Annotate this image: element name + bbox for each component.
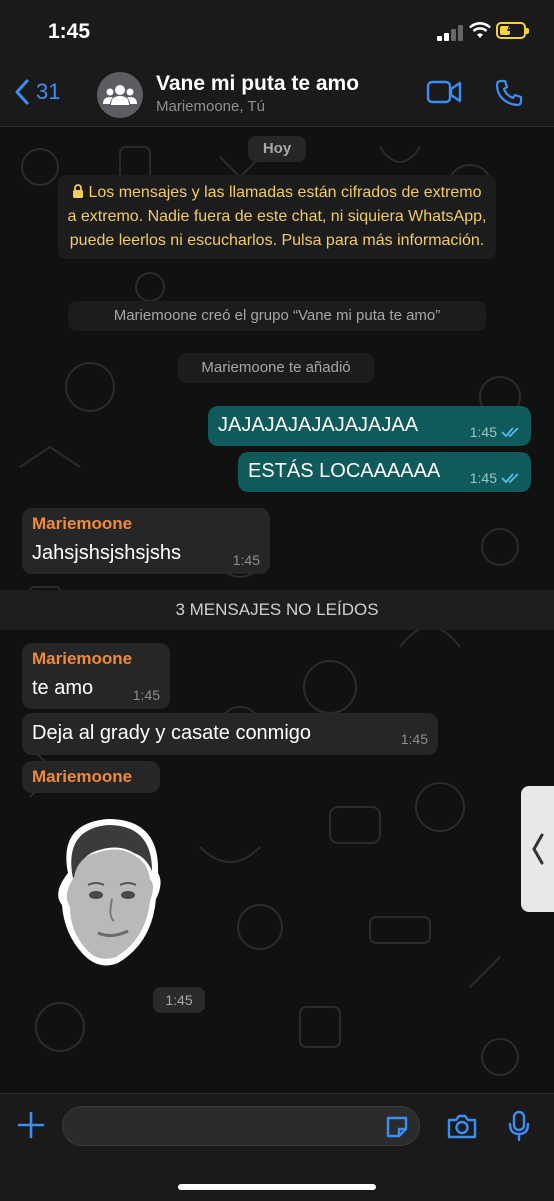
phone-icon[interactable] — [494, 78, 524, 108]
message-time: 1:45 — [232, 552, 260, 568]
group-avatar-icon — [103, 85, 137, 105]
read-ticks-icon — [501, 427, 519, 438]
incoming-message[interactable]: Mariemoone te amo 1:45 — [22, 643, 170, 709]
message-text: te amo — [32, 677, 94, 699]
outgoing-message[interactable]: ESTÁS LOCAAAAAA 1:45 — [238, 452, 531, 492]
battery-icon: ϟ — [496, 22, 529, 39]
message-meta: 1:45 — [470, 470, 521, 486]
home-indicator — [178, 1184, 376, 1190]
lock-icon — [73, 184, 84, 198]
encryption-text: Los mensajes y las llamadas están cifrad… — [67, 184, 487, 249]
system-message-created: Mariemoone creó el grupo “Vane mi puta t… — [68, 301, 486, 331]
message-composer — [0, 1093, 554, 1201]
sticker-icon[interactable] — [384, 1114, 410, 1140]
message-time: 1:45 — [469, 424, 497, 440]
status-bar: 1:45 ϟ — [0, 0, 554, 64]
message-text: ESTÁS LOCAAAAAA — [248, 460, 441, 482]
wifi-icon — [469, 22, 491, 38]
back-chevron-icon — [15, 79, 29, 105]
message-time: 1:45 — [469, 470, 497, 486]
outgoing-message[interactable]: JAJAJAJAJAJAJAJAA 1:45 — [208, 406, 531, 446]
unread-messages-banner: 3 MENSAJES NO LEÍDOS — [0, 590, 554, 630]
unread-count: 31 — [36, 79, 61, 104]
message-meta: 1:45 — [470, 424, 521, 440]
back-button[interactable]: 31 — [14, 78, 60, 106]
face-sticker[interactable] — [48, 813, 166, 973]
video-call-icon[interactable] — [426, 80, 462, 104]
message-time: 1:45 — [132, 687, 160, 703]
camera-icon[interactable] — [446, 1112, 478, 1140]
message-time: 1:45 — [400, 731, 428, 747]
date-separator: Hoy — [248, 136, 306, 162]
microphone-icon[interactable] — [508, 1110, 530, 1142]
message-text: Jahsjshsjshsjshs — [32, 542, 181, 564]
sender-name[interactable]: Mariemoone — [32, 767, 132, 787]
sender-name[interactable]: Mariemoone — [32, 649, 132, 669]
system-message-added: Mariemoone te añadió — [178, 353, 374, 383]
message-input[interactable] — [62, 1106, 420, 1146]
chevron-left-icon — [532, 833, 544, 865]
encryption-notice[interactable]: Los mensajes y las llamadas están cifrad… — [58, 175, 496, 259]
plus-icon[interactable] — [16, 1110, 46, 1140]
incoming-message[interactable]: Deja al grady y casate conmigo 1:45 — [22, 713, 438, 755]
incoming-message[interactable]: Mariemoone Jahsjshsjshsjshs 1:45 — [22, 508, 270, 574]
group-avatar[interactable] — [97, 72, 143, 118]
chat-area[interactable]: Hoy Los mensajes y las llamadas están ci… — [0, 127, 554, 1093]
sender-name[interactable]: Mariemoone — [32, 514, 132, 534]
status-time: 1:45 — [48, 20, 91, 43]
signal-icon — [437, 25, 463, 41]
read-ticks-icon — [501, 473, 519, 484]
side-panel-handle[interactable] — [521, 786, 554, 912]
chat-title[interactable]: Vane mi puta te amo — [156, 72, 359, 96]
message-text: Deja al grady y casate conmigo — [32, 722, 312, 744]
sticker-time: 1:45 — [153, 987, 205, 1013]
chat-header: 31 Vane mi puta te amo Mariemoone, Tú — [0, 64, 554, 127]
message-text: JAJAJAJAJAJAJAJAA — [218, 414, 419, 436]
chat-participants[interactable]: Mariemoone, Tú — [156, 98, 265, 115]
sticker-sender-label[interactable]: Mariemoone — [22, 761, 160, 793]
